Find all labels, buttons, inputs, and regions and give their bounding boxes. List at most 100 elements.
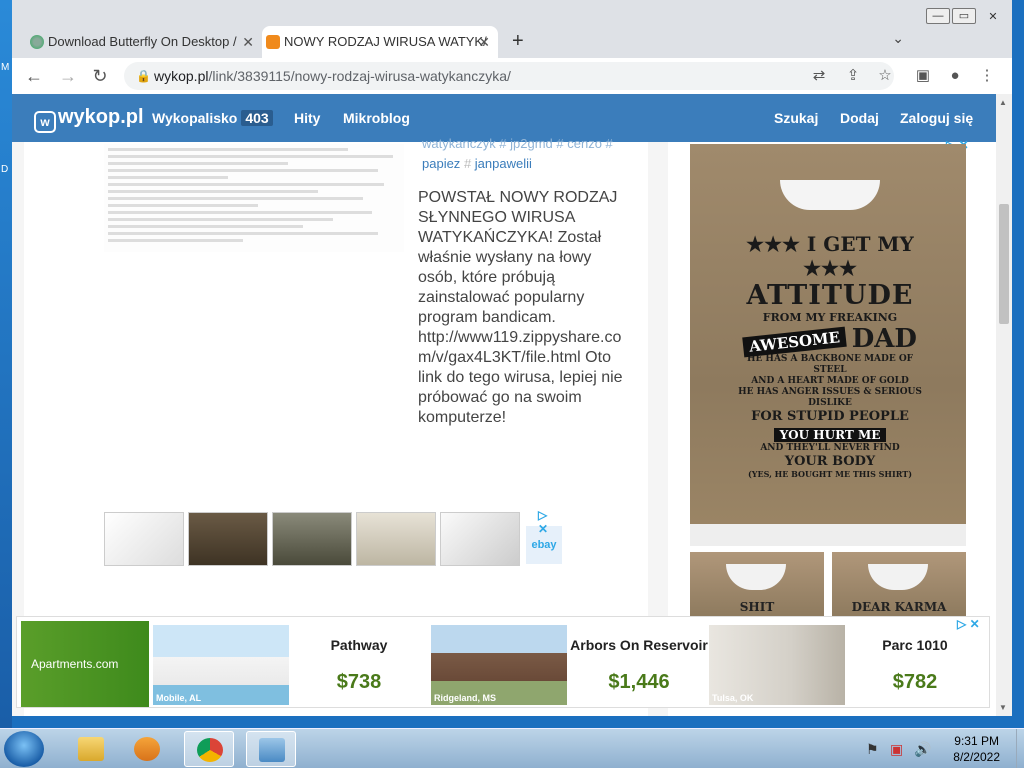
apartments-logo[interactable]: Apartments.com bbox=[21, 621, 149, 707]
tab-wykop[interactable]: NOWY RODZAJ WIRUSA WATYK/ ✕ bbox=[262, 26, 498, 58]
bookmark-star-icon[interactable]: ☆ bbox=[874, 64, 896, 88]
action-center-icon[interactable]: ▣ bbox=[890, 741, 903, 758]
menu-icon[interactable]: ⋮ bbox=[976, 64, 998, 88]
forward-button[interactable]: → bbox=[56, 64, 80, 88]
listing-name[interactable]: Parc 1010 bbox=[845, 637, 985, 653]
listing-city: Mobile, AL bbox=[156, 693, 202, 703]
scroll-down-arrow-icon[interactable]: ▼ bbox=[999, 703, 1007, 712]
wykop-favicon-icon bbox=[266, 35, 280, 49]
related-image[interactable] bbox=[356, 512, 436, 566]
shirt-line: (YES, HE BOUGHT ME THIS SHIRT) bbox=[748, 469, 912, 479]
related-image[interactable] bbox=[104, 512, 184, 566]
listing-image[interactable]: Ridgeland, MS bbox=[431, 625, 567, 705]
article-thumbnail[interactable] bbox=[104, 144, 404, 252]
related-image[interactable] bbox=[272, 512, 352, 566]
address-bar[interactable]: 🔒 wykop.pl/link/3839115/nowy-rodzaj-wiru… bbox=[124, 62, 894, 90]
shirt-line: AND THEY'LL NEVER FIND bbox=[760, 443, 900, 453]
shirt-thumbnail[interactable]: DEAR KARMA bbox=[832, 552, 966, 622]
media-player-icon bbox=[134, 737, 160, 761]
folder-icon bbox=[78, 737, 104, 761]
clock-date: 8/2/2022 bbox=[953, 750, 1000, 764]
desktop-label: D bbox=[1, 164, 9, 175]
installer-icon bbox=[259, 738, 285, 762]
thumbnail-text: SHIT bbox=[739, 600, 775, 614]
listing-name[interactable]: Pathway bbox=[289, 637, 429, 653]
nav-szukaj[interactable]: Szukaj bbox=[774, 110, 818, 126]
adchoices-icon[interactable]: ▷ ✕ bbox=[538, 508, 548, 536]
tag-link[interactable]: papiez bbox=[422, 156, 460, 171]
shirt-line: ★★★ I GET MY ★★★ bbox=[746, 232, 914, 280]
web-page: w wykop.pl Wykopalisko 403 Hity Mikroblog … bbox=[12, 94, 996, 716]
tab-butterfly[interactable]: Download Butterfly On Desktop / ✕ bbox=[26, 26, 262, 58]
taskbar-explorer[interactable] bbox=[66, 731, 116, 767]
listing-city: Ridgeland, MS bbox=[434, 693, 497, 703]
listing-price: $1,446 bbox=[608, 671, 670, 693]
listing-price: $738 bbox=[336, 671, 382, 693]
windows-taskbar: ⚑ ▣ 🔊 9:31 PM 8/2/2022 bbox=[0, 728, 1024, 768]
nav-hity[interactable]: Hity bbox=[294, 110, 320, 126]
show-desktop-button[interactable] bbox=[1016, 729, 1024, 768]
nav-mikroblog[interactable]: Mikroblog bbox=[343, 110, 410, 126]
related-image[interactable] bbox=[440, 512, 520, 566]
shirt-line: AWESOME bbox=[742, 326, 847, 358]
taskbar-installer[interactable] bbox=[246, 731, 296, 767]
nav-wykopalisko[interactable]: Wykopalisko 403 bbox=[152, 110, 273, 126]
browser-window: — ▭ ✕ Download Butterfly On Desktop / ✕ … bbox=[12, 0, 1012, 716]
clock[interactable]: 9:31 PM 8/2/2022 bbox=[953, 733, 1000, 765]
related-image[interactable] bbox=[188, 512, 268, 566]
butterfly-favicon-icon bbox=[30, 35, 44, 49]
profile-icon[interactable]: ● bbox=[944, 64, 966, 88]
reload-button[interactable]: ↻ bbox=[88, 64, 112, 88]
shirt-line: ATTITUDE bbox=[746, 280, 914, 311]
taskbar-chrome[interactable] bbox=[184, 731, 234, 767]
tags-row[interactable]: watykanczyk # jp2gmd # cenzo # bbox=[422, 134, 642, 154]
side-panel-icon[interactable]: ▣ bbox=[912, 64, 934, 88]
shirt-collar bbox=[780, 180, 880, 210]
desktop-edge: M D bbox=[0, 0, 12, 728]
tab-close-icon[interactable]: ✕ bbox=[478, 26, 490, 58]
apartments-ad[interactable]: Apartments.com Mobile, AL Pathway $738 R… bbox=[16, 616, 990, 708]
taskbar-media-player[interactable] bbox=[122, 731, 172, 767]
scrollbar-thumb[interactable] bbox=[999, 204, 1009, 324]
article-body: POWSTAŁ NOWY RODZAJ SŁYNNEGO WIRUSA WATY… bbox=[418, 189, 623, 426]
translate-icon[interactable]: ⇄ bbox=[808, 64, 830, 88]
count-badge: 403 bbox=[241, 110, 273, 126]
page-scrollbar[interactable]: ▲ ▼ bbox=[996, 94, 1012, 716]
scroll-up-arrow-icon[interactable]: ▲ bbox=[999, 98, 1007, 107]
listing-image[interactable]: Mobile, AL bbox=[153, 625, 289, 705]
nav-zaloguj[interactable]: Zaloguj się bbox=[900, 110, 973, 126]
new-tab-button[interactable]: + bbox=[512, 30, 524, 53]
listing-image[interactable]: Tulsa, OK bbox=[709, 625, 845, 705]
tag-link[interactable]: janpawelii bbox=[475, 156, 532, 171]
shirt-hem bbox=[690, 524, 966, 546]
share-icon[interactable]: ⇪ bbox=[842, 64, 864, 88]
adchoices-icon[interactable]: ▷ ✕ bbox=[957, 617, 980, 631]
listing-name[interactable]: Arbors On Reservoir bbox=[569, 637, 709, 653]
tab-title: Download Butterfly On Desktop / bbox=[48, 34, 237, 49]
tab-title: NOWY RODZAJ WIRUSA WATYK/ bbox=[284, 34, 487, 49]
listing-price: $782 bbox=[892, 671, 938, 693]
chrome-icon bbox=[197, 738, 223, 762]
tab-close-icon[interactable]: ✕ bbox=[242, 26, 254, 58]
shirt-thumbnail[interactable]: SHIT bbox=[690, 552, 824, 622]
wykop-logo[interactable]: w wykop.pl bbox=[34, 106, 144, 133]
url-path: /link/3839115/nowy-rodzaj-wirusa-watykan… bbox=[208, 68, 511, 84]
network-icon[interactable]: ⚑ bbox=[866, 741, 879, 758]
shirt-line: FROM MY FREAKING bbox=[762, 311, 898, 324]
shirt-line: YOUR BODY bbox=[784, 454, 876, 469]
volume-icon[interactable]: 🔊 bbox=[914, 741, 931, 758]
brand-text: Apartments.com bbox=[31, 657, 119, 671]
shirt-line: HE HAS A BACKBONE MADE OF STEEL bbox=[746, 354, 914, 375]
nav-label: Wykopalisko bbox=[152, 110, 238, 126]
back-button[interactable]: ← bbox=[22, 64, 46, 88]
start-button[interactable] bbox=[4, 731, 44, 767]
tab-strip: Download Butterfly On Desktop / ✕ NOWY R… bbox=[12, 22, 1012, 58]
clock-time: 9:31 PM bbox=[954, 734, 999, 748]
tab-search-button[interactable]: ⌄ bbox=[892, 30, 904, 47]
listing-city: Tulsa, OK bbox=[712, 693, 754, 703]
shirt-print: ★★★ I GET MY ★★★ ATTITUDE FROM MY FREAKI… bbox=[730, 232, 930, 480]
lock-icon[interactable]: 🔒 bbox=[136, 62, 151, 90]
nav-dodaj[interactable]: Dodaj bbox=[840, 110, 879, 126]
shirt-ad-image[interactable]: ★★★ I GET MY ★★★ ATTITUDE FROM MY FREAKI… bbox=[690, 144, 966, 546]
shirt-line: YOU HURT ME bbox=[773, 428, 887, 442]
